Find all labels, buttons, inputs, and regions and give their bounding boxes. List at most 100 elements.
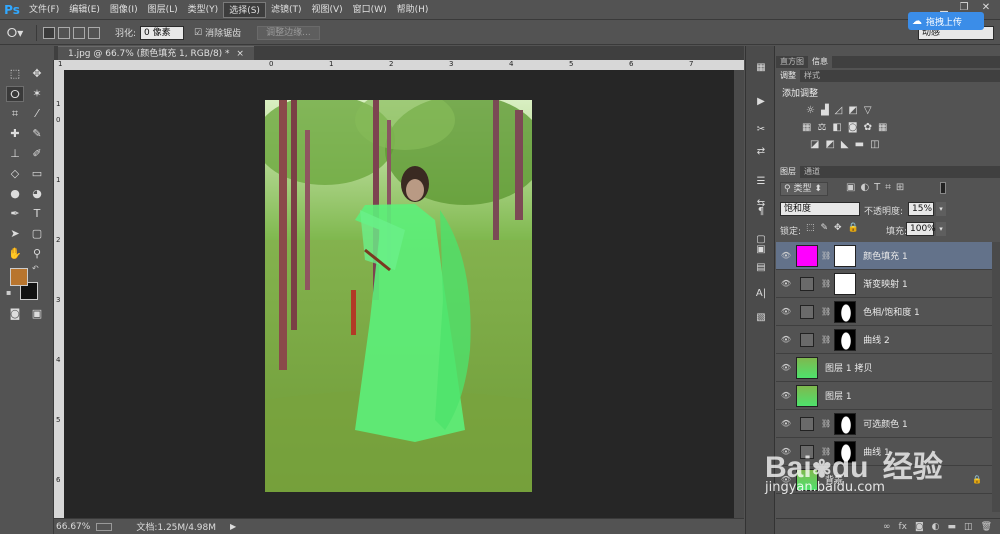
healing-brush-icon[interactable]: ✚ xyxy=(6,126,24,142)
screen-mode-icon[interactable]: ▣ xyxy=(28,306,46,322)
mask-link-icon[interactable]: ⛓ xyxy=(821,307,831,316)
brush-presets-icon[interactable]: ⇄ xyxy=(752,144,770,160)
layer-row[interactable]: 👁 ⛓ 渐变映射 1 xyxy=(776,270,992,298)
history-brush-icon[interactable]: ✐ xyxy=(28,146,46,162)
color-lookup-icon[interactable]: ▦ xyxy=(878,122,887,133)
curves-icon[interactable]: ◿ xyxy=(835,105,843,116)
filter-toggle-icon[interactable] xyxy=(940,182,946,194)
tool-presets-icon[interactable]: ✂ xyxy=(752,122,770,138)
selective-color-icon[interactable]: ◫ xyxy=(870,139,879,150)
visibility-eye-icon[interactable]: 👁 xyxy=(776,335,796,344)
subtract-selection-icon[interactable] xyxy=(73,26,85,39)
refine-edge-button[interactable]: 调整边缘... xyxy=(257,25,320,40)
eraser-icon[interactable]: ◇ xyxy=(6,166,24,182)
foreground-color-swatch[interactable] xyxy=(10,268,28,286)
shape-tool-icon[interactable]: ▢ xyxy=(28,226,46,242)
opacity-input[interactable]: 15% xyxy=(908,202,934,216)
layer-row[interactable]: 👁 ⛓ 可选颜色 1 xyxy=(776,410,992,438)
gradient-map-icon[interactable]: ▬ xyxy=(855,139,864,150)
menu-help[interactable]: 帮助(H) xyxy=(392,2,434,18)
tab-histogram[interactable]: 直方图 xyxy=(776,56,808,68)
paths-panel-icon[interactable]: ▤ xyxy=(752,260,770,276)
hue-saturation-icon[interactable]: ▦ xyxy=(802,122,811,133)
add-selection-icon[interactable] xyxy=(58,26,70,39)
zoom-tool-icon[interactable]: ⚲ xyxy=(28,246,46,262)
new-selection-icon[interactable] xyxy=(43,26,55,39)
visibility-eye-icon[interactable]: 👁 xyxy=(776,251,796,260)
clone-stamp-icon[interactable]: ⊥ xyxy=(6,146,24,162)
black-white-icon[interactable]: ◧ xyxy=(832,122,841,133)
layer-mask-thumbnail[interactable] xyxy=(834,244,857,267)
visibility-eye-icon[interactable]: 👁 xyxy=(776,279,796,288)
layer-row[interactable]: 👁 ⛓ 色相/饱和度 1 xyxy=(776,298,992,326)
layer-row[interactable]: 👁 ⛓ 颜色填充 1 xyxy=(776,242,992,270)
mask-link-icon[interactable]: ⛓ xyxy=(821,335,831,344)
visibility-eye-icon[interactable]: 👁 xyxy=(776,363,796,372)
layer-mask-thumbnail[interactable] xyxy=(834,272,857,295)
lock-icons[interactable]: ⬚✎✥🔒 xyxy=(806,223,865,233)
levels-icon[interactable]: ▟ xyxy=(821,105,829,116)
filter-icons[interactable]: ▣◐T⌗⊞ xyxy=(846,182,909,193)
color-balance-icon[interactable]: ⚖ xyxy=(817,122,826,133)
swatches-panel-icon[interactable]: A| xyxy=(752,286,770,302)
magic-wand-icon[interactable]: ✶ xyxy=(28,86,46,102)
antialias-checkbox[interactable]: ☑ xyxy=(194,28,202,38)
menu-select[interactable]: 选择(S) xyxy=(223,1,266,18)
zoom-level[interactable]: 66.67% xyxy=(56,522,90,532)
mask-link-icon[interactable]: ⛓ xyxy=(821,251,831,260)
menu-file[interactable]: 文件(F) xyxy=(24,2,64,18)
tab-layers[interactable]: 图层 xyxy=(776,166,800,178)
baidu-upload-badge[interactable]: ☁ 拖拽上传 xyxy=(908,12,984,30)
properties-panel-icon[interactable]: ☰ xyxy=(752,174,770,190)
type-tool-icon[interactable]: T xyxy=(28,206,46,222)
swap-colors-icon[interactable]: ↶ xyxy=(32,264,39,273)
menu-type[interactable]: 类型(Y) xyxy=(183,2,224,18)
channels-panel-icon[interactable]: ▣ xyxy=(752,242,770,258)
menu-window[interactable]: 窗口(W) xyxy=(348,2,392,18)
tab-adjustments[interactable]: 调整 xyxy=(776,70,800,82)
feather-input[interactable]: 0 像素 xyxy=(140,25,185,40)
vibrance-icon[interactable]: ▽ xyxy=(864,105,872,116)
menu-view[interactable]: 视图(V) xyxy=(306,2,347,18)
layer-filter-select[interactable]: ⚲ 类型 ⬍ xyxy=(780,182,828,196)
tab-close-icon[interactable]: × xyxy=(236,49,244,59)
lasso-tool-icon[interactable]: ⵔ▾ xyxy=(0,26,30,40)
layer-row[interactable]: 👁 图层 1 拷贝 xyxy=(776,354,992,382)
paragraph-panel-icon[interactable]: ¶ xyxy=(752,204,770,220)
dodge-tool-icon[interactable]: ◕ xyxy=(28,186,46,202)
photo-filter-icon[interactable]: ◙ xyxy=(848,122,858,133)
hand-tool-icon[interactable]: ✋ xyxy=(6,246,24,262)
tab-styles[interactable]: 样式 xyxy=(800,70,824,82)
channel-mixer-icon[interactable]: ✿ xyxy=(864,122,872,133)
threshold-icon[interactable]: ◣ xyxy=(841,139,849,150)
pen-tool-icon[interactable]: ✒ xyxy=(6,206,24,222)
gradient-tool-icon[interactable]: ▭ xyxy=(28,166,46,182)
menu-edit[interactable]: 编辑(E) xyxy=(64,2,105,18)
menu-layer[interactable]: 图层(L) xyxy=(143,2,183,18)
styles-panel-icon[interactable]: ▧ xyxy=(752,310,770,326)
invert-icon[interactable]: ◪ xyxy=(810,139,819,150)
eyedropper-icon[interactable]: ⁄ xyxy=(28,106,46,122)
blur-tool-icon[interactable]: ● xyxy=(6,186,24,202)
layer-row[interactable]: 👁 ⛓ 曲线 2 xyxy=(776,326,992,354)
menu-image[interactable]: 图像(I) xyxy=(105,2,143,18)
tab-info[interactable]: 信息 xyxy=(808,56,832,68)
document-tab[interactable]: 1.jpg @ 66.7% (颜色填充 1, RGB/8) * × xyxy=(58,46,254,60)
brush-tool-icon[interactable]: ✎ xyxy=(28,126,46,142)
marquee-tool-icon[interactable]: ⬚ xyxy=(6,66,24,82)
menu-filter[interactable]: 滤镜(T) xyxy=(266,2,307,18)
layer-mask-thumbnail[interactable] xyxy=(834,328,857,351)
intersect-selection-icon[interactable] xyxy=(88,26,100,39)
layer-mask-thumbnail[interactable] xyxy=(834,412,857,435)
visibility-eye-icon[interactable]: 👁 xyxy=(776,307,796,316)
visibility-eye-icon[interactable]: 👁 xyxy=(776,419,796,428)
mask-link-icon[interactable]: ⛓ xyxy=(821,279,831,288)
status-menu-arrow-icon[interactable]: ▶ xyxy=(230,522,236,531)
fill-input[interactable]: 100% xyxy=(906,222,936,236)
blend-mode-select[interactable]: 饱和度 xyxy=(780,202,860,216)
fill-slider-arrow-icon[interactable]: ▾ xyxy=(936,222,946,236)
actions-panel-icon[interactable]: ▶ xyxy=(752,94,770,110)
path-select-icon[interactable]: ➤ xyxy=(6,226,24,242)
opacity-slider-arrow-icon[interactable]: ▾ xyxy=(936,202,946,216)
brightness-icon[interactable]: ☼ xyxy=(806,105,815,116)
